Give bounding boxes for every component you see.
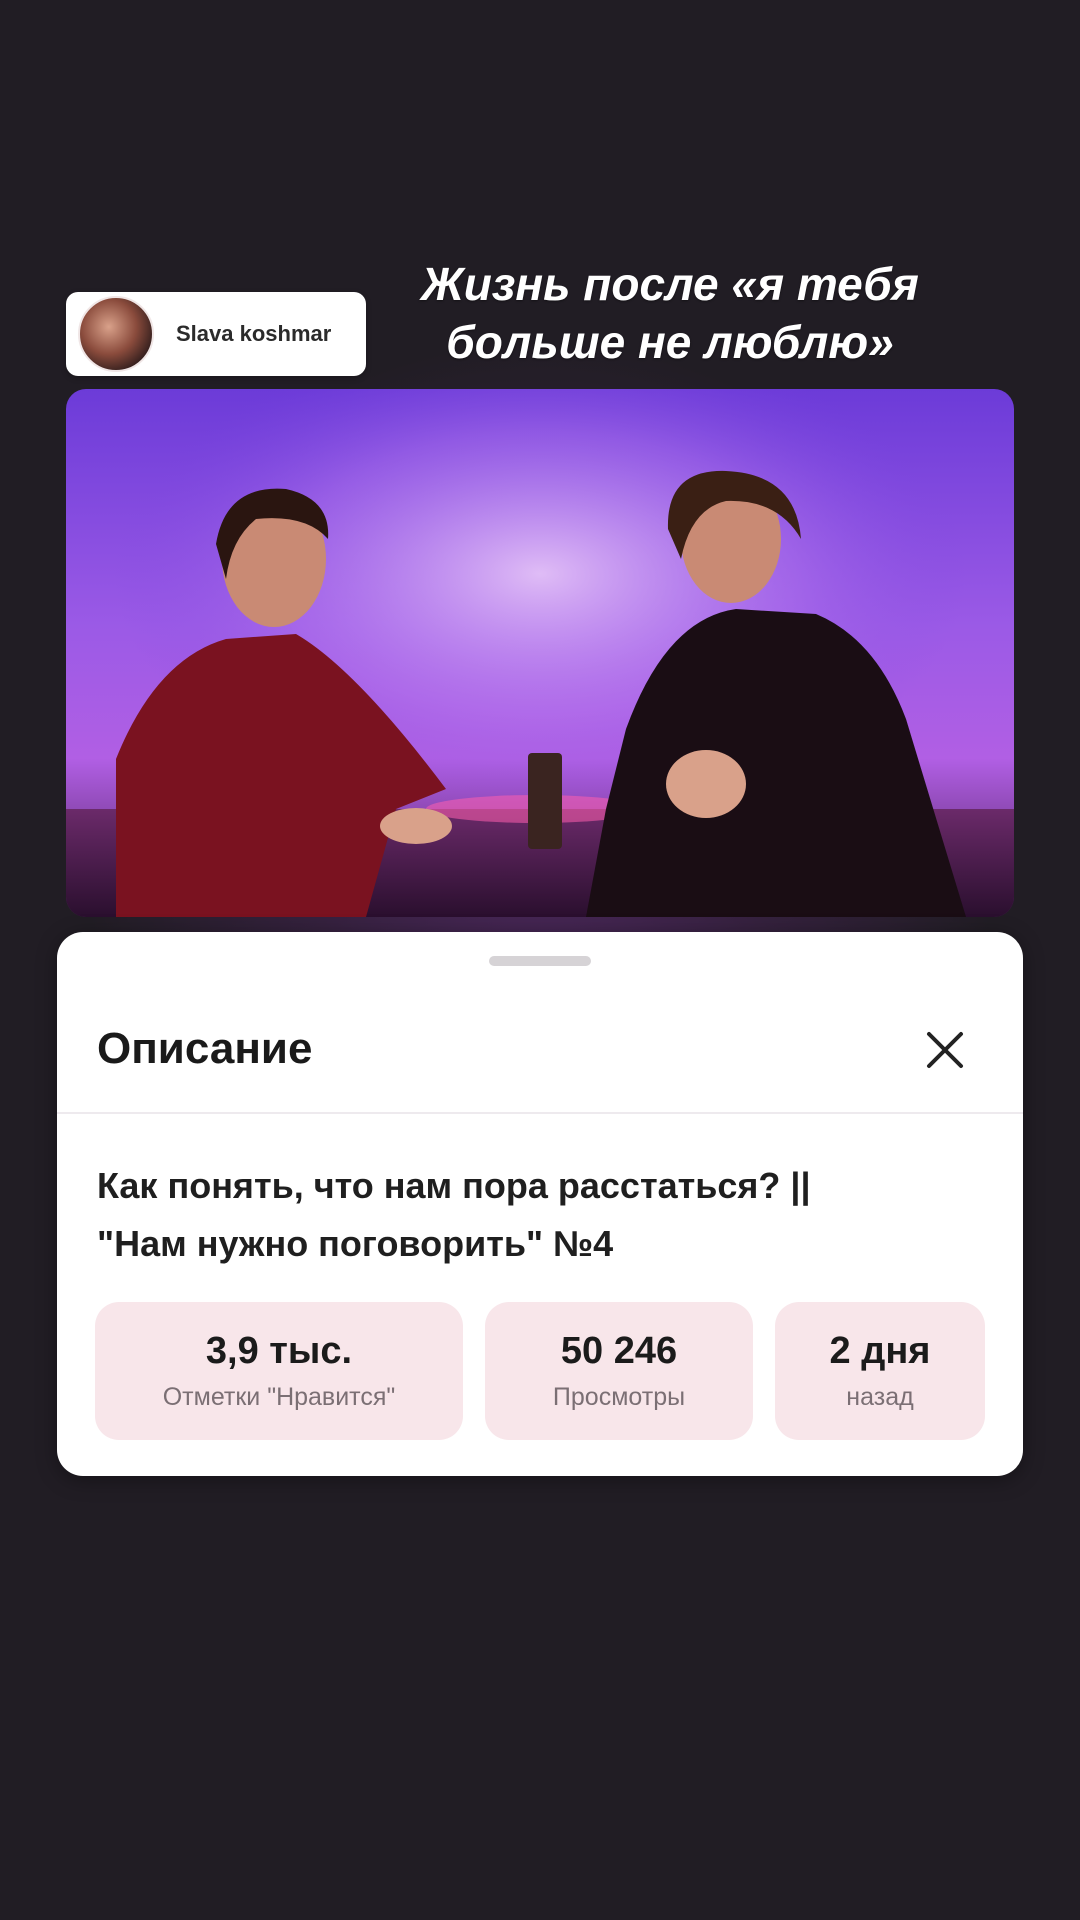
video-title: Как понять, что нам пора расстаться? || … (97, 1157, 977, 1273)
date-stat: 2 дня назад (775, 1302, 985, 1440)
sheet-title: Описание (97, 1024, 313, 1073)
views-stat: 50 246 Просмотры (485, 1302, 753, 1440)
date-label: назад (846, 1383, 914, 1411)
story-caption: Жизнь после «я тебя больше не люблю» (370, 255, 970, 371)
description-sheet: Описание Как понять, что нам пора расста… (57, 932, 1023, 1476)
caption-line-2: больше не люблю» (446, 316, 894, 368)
author-name: Slava koshmar (176, 321, 332, 346)
avatar (78, 296, 154, 372)
author-tag[interactable]: Slava koshmar (66, 292, 366, 376)
likes-label: Отметки "Нравится" (162, 1383, 396, 1411)
views-count: 50 246 (560, 1330, 678, 1372)
close-icon (927, 1032, 963, 1068)
views-label: Просмотры (552, 1383, 686, 1411)
likes-count: 3,9 тыс. (205, 1330, 353, 1372)
video-title-line-2: "Нам нужно поговорить" №4 (97, 1223, 614, 1264)
sheet-grabber[interactable] (489, 956, 591, 966)
video-thumbnail[interactable] (66, 389, 1014, 917)
divider (57, 1112, 1023, 1114)
video-thumbnail-image (66, 389, 1014, 917)
close-button[interactable] (919, 1024, 971, 1076)
likes-stat: 3,9 тыс. Отметки "Нравится" (95, 1302, 463, 1440)
video-title-line-1: Как понять, что нам пора расстаться? || (97, 1165, 811, 1206)
date-value: 2 дня (829, 1330, 931, 1372)
caption-line-1: Жизнь после «я тебя (421, 258, 919, 310)
